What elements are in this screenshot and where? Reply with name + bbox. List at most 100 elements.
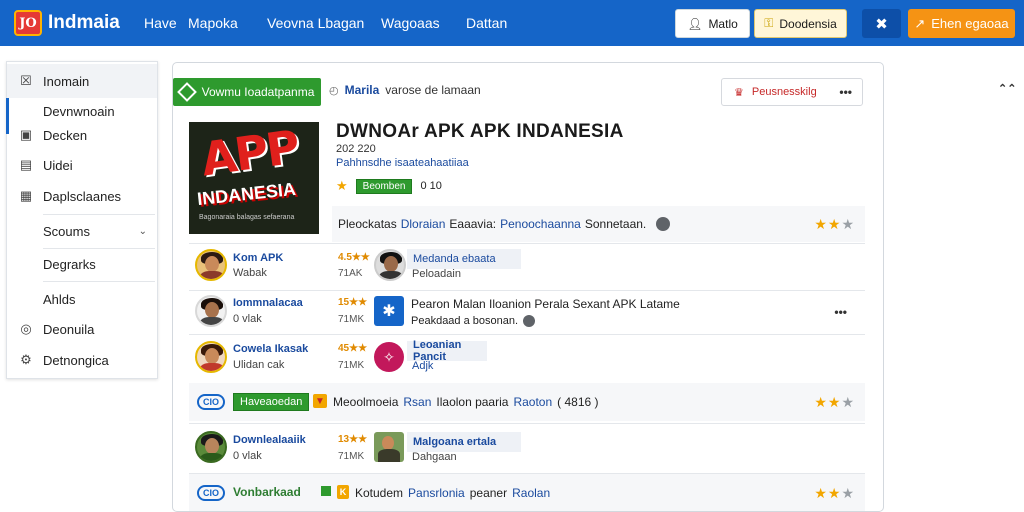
circle-icon: ◎: [20, 321, 32, 336]
nav-mapoka[interactable]: Mapoka: [188, 15, 238, 31]
strip-tag: Vonbarkaad: [233, 485, 301, 499]
sidebar-item-decken[interactable]: ▣ Decken: [7, 120, 157, 150]
get-apk-label: Ehen egaoaa: [931, 16, 1009, 31]
desc-link[interactable]: Penoochaanna: [500, 217, 581, 231]
nav-dattan[interactable]: Dattan: [466, 15, 507, 31]
sidebar-item-daplsclaanes[interactable]: ▦ Daplsclaanes: [7, 181, 157, 211]
user-name[interactable]: Medanda ebaata: [407, 249, 521, 269]
more-icon[interactable]: •••: [834, 305, 847, 319]
row-subtitle: Peakdaad a bosonan.: [411, 315, 536, 327]
app-subtitle[interactable]: Pahhnsdhe isaateahaatiiaa: [336, 157, 469, 169]
app-cover-image[interactable]: APP INDANESIA Bagonaraia balagas sefaera…: [189, 122, 319, 234]
user-stat: Peloadain: [412, 268, 461, 280]
app-icon: ▼: [313, 394, 327, 408]
nav-wagoaas[interactable]: Wagoaas: [381, 15, 440, 31]
login-label: Matlo: [708, 16, 738, 31]
sidebar-item-deonuila[interactable]: ◎ Deonuila: [7, 314, 157, 344]
tools-icon: ✖: [875, 15, 888, 33]
nav-home[interactable]: Have: [144, 15, 177, 31]
avatar: [374, 249, 406, 281]
sidebar-item-uidei[interactable]: ▤ Uidei: [7, 150, 157, 180]
tag-badge: Haveaoedan: [233, 393, 310, 411]
download-header-button[interactable]: ⚿ Doodensia: [754, 9, 847, 38]
search-icon[interactable]: [656, 217, 671, 231]
app-icon: [374, 432, 404, 462]
topline: ◴ Marila varose de lamaan: [329, 83, 481, 97]
download-apk-label: Vowmu Ioadatpanma: [201, 85, 315, 99]
sidebar-item-degrarks[interactable]: Degrarks: [7, 249, 157, 279]
checkbox-icon: ☒: [20, 73, 32, 88]
sidebar-item-label: Daplsclaanes: [43, 188, 122, 204]
sidebar-item-scoums[interactable]: Scoums ⌄: [7, 216, 157, 246]
sidebar-item-ahlds[interactable]: Ahlds: [7, 284, 157, 314]
list-item[interactable]: Downlealaaiik 0 vlak 13★★ 71MK Malgoana …: [189, 423, 865, 473]
sidebar-item-label: Detnongica: [43, 352, 109, 368]
desc-text: Sonnetaan.: [584, 217, 647, 231]
collapse-icon[interactable]: ⌃⌃: [998, 82, 1016, 95]
topline-text: varose de lamaan: [385, 83, 481, 97]
list-item[interactable]: Kom APK Wabak 4.5★★ 71AK Medanda ebaata …: [189, 243, 865, 290]
pill-icon: CIO: [197, 485, 225, 501]
rating-text: 15★★: [338, 297, 368, 308]
user-stat: Ulidan cak: [233, 359, 285, 371]
download-strip[interactable]: CIO Vonbarkaad K Kotudem Pansrlonia pean…: [189, 473, 865, 511]
cover-caption: Bagonaraia balagas sefaerana: [199, 214, 295, 221]
download-strip[interactable]: CIO Haveaoedan ▼ Meoolmoeia Rsan Ilaolon…: [189, 383, 865, 421]
sidebar-item-label: Deonuila: [43, 321, 95, 337]
user-stat: Adjk: [412, 360, 434, 372]
nav-veovna[interactable]: Veovna Lbagan: [267, 15, 364, 31]
avatar: [195, 295, 227, 327]
flag-icon: ♛: [734, 86, 744, 99]
list-item[interactable]: Cowela Ikasak Ulidan cak 45★★ 71MK ✧ Leo…: [189, 334, 865, 380]
download-apk-button[interactable]: Vowmu Ioadatpanma: [173, 78, 321, 106]
login-button[interactable]: 👤︎ Matlo: [675, 9, 750, 38]
user-stat: Wabak: [233, 267, 267, 279]
topline-bold[interactable]: Marila: [345, 83, 380, 97]
divider: [43, 214, 155, 215]
tools-button[interactable]: ✖: [862, 9, 901, 38]
chevron-down-icon: ⌄: [138, 225, 147, 237]
sidebar-item-label: Decken: [43, 127, 88, 143]
top-header: JO Indmaia Have Mapoka Veovna Lbagan Wag…: [0, 0, 1024, 46]
cover-text-app: APP: [197, 122, 302, 187]
list-item[interactable]: Iommnalacaa 0 vlak 15★★ 71MK ✱ Pearon Ma…: [189, 290, 865, 334]
sidebar-item-inomain[interactable]: ☒ Inomain: [7, 64, 157, 98]
app-detail-panel: Vowmu Ioadatpanma ◴ Marila varose de lam…: [172, 62, 884, 512]
avatar: [195, 249, 227, 281]
row-title[interactable]: Pearon Malan Iloanion Perala Sexant APK …: [411, 297, 680, 311]
logo-icon[interactable]: JO: [14, 10, 42, 36]
star-icon: ★: [336, 178, 348, 193]
site-logo-text[interactable]: Indmaia: [48, 12, 120, 34]
avatar: [195, 431, 227, 463]
user-stat: Dahgaan: [412, 451, 457, 463]
app-icon: ✱: [374, 296, 404, 326]
sidebar-item-label: Ahlds: [43, 291, 76, 307]
rating-sub: 71MK: [338, 314, 365, 325]
user-name[interactable]: Cowela Ikasak: [233, 343, 308, 355]
rating-text: 13★★: [338, 434, 368, 445]
app-icon: ✧: [374, 342, 404, 372]
sidebar-item-detnongica[interactable]: ⚙ Detnongica: [7, 345, 157, 375]
user-name[interactable]: Downlealaaiik: [233, 434, 306, 446]
sidebar-item-label: Uidei: [43, 157, 73, 173]
more-icon[interactable]: •••: [839, 85, 852, 99]
rating-stars: ★★★: [814, 485, 855, 501]
rating-badge: Beomben: [355, 178, 413, 194]
report-label: Peusnesskilg: [751, 86, 817, 98]
rating-text: 4.5★★: [338, 252, 370, 263]
clock-icon: ◴: [329, 84, 339, 97]
app-meta: ★ Beomben 0 10: [336, 178, 442, 194]
rating-stars: ★★★: [814, 215, 855, 232]
desc-link[interactable]: Dloraian: [401, 217, 446, 231]
app-title: DWNOAr APK APK INDANESIA: [336, 121, 624, 142]
user-name[interactable]: Iommnalacaa: [233, 297, 303, 309]
strip-text: Kotudem Pansrlonia peaner Raolan: [355, 486, 551, 500]
divider: [43, 281, 155, 282]
user-name[interactable]: Kom APK: [233, 252, 283, 264]
search-icon[interactable]: [523, 315, 536, 327]
get-apk-button[interactable]: ↗ Ehen egaoaa: [908, 9, 1015, 38]
user-name[interactable]: Malgoana ertala: [407, 432, 521, 452]
report-button[interactable]: ♛ Peusnesskilg •••: [721, 78, 863, 106]
user-name[interactable]: Leoanian Pancit: [407, 339, 487, 363]
app-version: 202 220: [336, 143, 376, 155]
